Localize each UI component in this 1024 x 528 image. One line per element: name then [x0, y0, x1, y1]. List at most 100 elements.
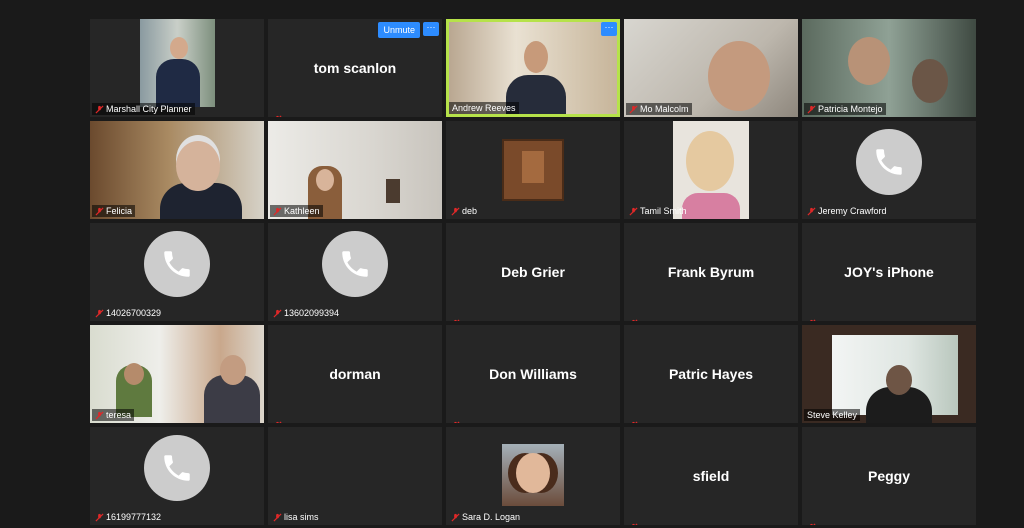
participant-display-name: tom scanlon	[313, 60, 397, 76]
participant-video	[886, 365, 912, 395]
phone-icon	[322, 231, 388, 298]
muted-mic-icon	[807, 105, 816, 114]
participant-tile[interactable]: Steve Kelley	[802, 325, 976, 423]
participant-name	[804, 521, 821, 525]
muted-mic-icon	[807, 207, 816, 216]
muted-mic-icon	[454, 319, 460, 321]
more-options-button[interactable]: ···	[423, 22, 439, 36]
participant-video	[220, 355, 246, 385]
participant-tile[interactable]: lisa sims	[268, 427, 442, 525]
participant-video	[124, 363, 144, 385]
gallery-grid: Marshall City Planner tom scanlon Unmute…	[90, 19, 976, 525]
participant-video	[524, 41, 548, 73]
participant-tile[interactable]: Patric Hayes	[624, 325, 798, 423]
muted-mic-icon	[810, 319, 816, 321]
participant-tile[interactable]: dorman	[268, 325, 442, 423]
participant-name	[804, 317, 821, 321]
participant-video	[176, 141, 220, 191]
participant-name: Sara D. Logan	[448, 511, 523, 523]
participant-name	[626, 317, 643, 321]
phone-icon	[144, 435, 210, 502]
profile-picture	[522, 151, 544, 183]
participant-tile-active-speaker[interactable]: ··· Andrew Reeves	[446, 19, 620, 117]
participant-display-name: Frank Byrum	[667, 264, 755, 280]
more-options-button[interactable]: ···	[601, 22, 617, 36]
participant-tile[interactable]: teresa	[90, 325, 264, 423]
participant-tile[interactable]: 14026700329	[90, 223, 264, 321]
participant-name	[626, 521, 643, 525]
participant-video	[386, 179, 400, 203]
participant-tile[interactable]: Felicia	[90, 121, 264, 219]
participant-display-name: sfield	[692, 468, 730, 484]
participant-name: Steve Kelley	[804, 409, 861, 421]
participant-tile[interactable]: Tamil Smith	[624, 121, 798, 219]
muted-mic-icon	[629, 207, 638, 216]
participant-name: Jeremy Crawford	[804, 205, 890, 217]
participant-name: Andrew Reeves	[449, 102, 519, 114]
muted-mic-icon	[451, 207, 460, 216]
participant-name: lisa sims	[270, 511, 322, 523]
phone-icon	[144, 231, 210, 298]
participant-tile[interactable]: JOY's iPhone	[802, 223, 976, 321]
participant-video	[912, 59, 948, 103]
profile-picture	[686, 131, 734, 191]
participant-tile[interactable]: Peggy	[802, 427, 976, 525]
participant-video	[848, 37, 890, 85]
participant-name: teresa	[92, 409, 135, 421]
participant-name	[448, 317, 465, 321]
muted-mic-icon	[451, 513, 460, 522]
profile-picture	[682, 193, 740, 219]
muted-mic-icon	[629, 105, 638, 114]
participant-tile[interactable]: Don Williams	[446, 325, 620, 423]
participant-name: deb	[448, 205, 480, 217]
muted-mic-icon	[632, 523, 638, 525]
phone-icon	[856, 129, 922, 196]
muted-mic-icon	[273, 207, 282, 216]
participant-name: Kathleen	[270, 205, 323, 217]
participant-tile[interactable]: Patricia Montejo	[802, 19, 976, 117]
unmute-button[interactable]: Unmute	[378, 22, 420, 38]
participant-tile[interactable]: Kathleen	[268, 121, 442, 219]
muted-mic-icon	[632, 319, 638, 321]
participant-tile[interactable]: deb	[446, 121, 620, 219]
participant-name: 14026700329	[92, 307, 164, 319]
participant-tile[interactable]: Mo Malcolm	[624, 19, 798, 117]
participant-video	[156, 59, 200, 107]
muted-mic-icon	[632, 421, 638, 423]
participant-tile[interactable]: Marshall City Planner	[90, 19, 264, 117]
muted-mic-icon	[276, 421, 282, 423]
participant-tile[interactable]: 16199777132	[90, 427, 264, 525]
participant-display-name: Deb Grier	[501, 264, 565, 280]
participant-tile[interactable]: Sara D. Logan	[446, 427, 620, 525]
participant-display-name: Patric Hayes	[668, 366, 754, 382]
participant-display-name: Peggy	[867, 468, 910, 484]
participant-tile[interactable]: sfield	[624, 427, 798, 525]
participant-name	[448, 419, 465, 423]
profile-picture	[516, 453, 550, 493]
muted-mic-icon	[276, 115, 282, 117]
muted-mic-icon	[95, 105, 104, 114]
muted-mic-icon	[95, 411, 104, 420]
participant-display-name: JOY's iPhone	[844, 264, 934, 280]
muted-mic-icon	[95, 207, 104, 216]
participant-tile[interactable]: Frank Byrum	[624, 223, 798, 321]
participant-name: 16199777132	[92, 511, 164, 523]
participant-tile[interactable]: tom scanlon Unmute ···	[268, 19, 442, 117]
participant-name: Tamil Smith	[626, 205, 690, 217]
participant-name: Marshall City Planner	[92, 103, 195, 115]
participant-name: Patricia Montejo	[804, 103, 886, 115]
muted-mic-icon	[95, 309, 104, 318]
muted-mic-icon	[810, 523, 816, 525]
muted-mic-icon	[273, 513, 282, 522]
participant-name: 13602099394	[270, 307, 342, 319]
participant-tile[interactable]: Jeremy Crawford	[802, 121, 976, 219]
participant-tile[interactable]: 13602099394	[268, 223, 442, 321]
participant-name	[626, 419, 643, 423]
muted-mic-icon	[95, 513, 104, 522]
participant-tile[interactable]: Deb Grier	[446, 223, 620, 321]
participant-name: Mo Malcolm	[626, 103, 692, 115]
participant-display-name: dorman	[329, 366, 381, 382]
participant-name: Felicia	[92, 205, 136, 217]
muted-mic-icon	[454, 421, 460, 423]
participant-video	[170, 37, 188, 59]
